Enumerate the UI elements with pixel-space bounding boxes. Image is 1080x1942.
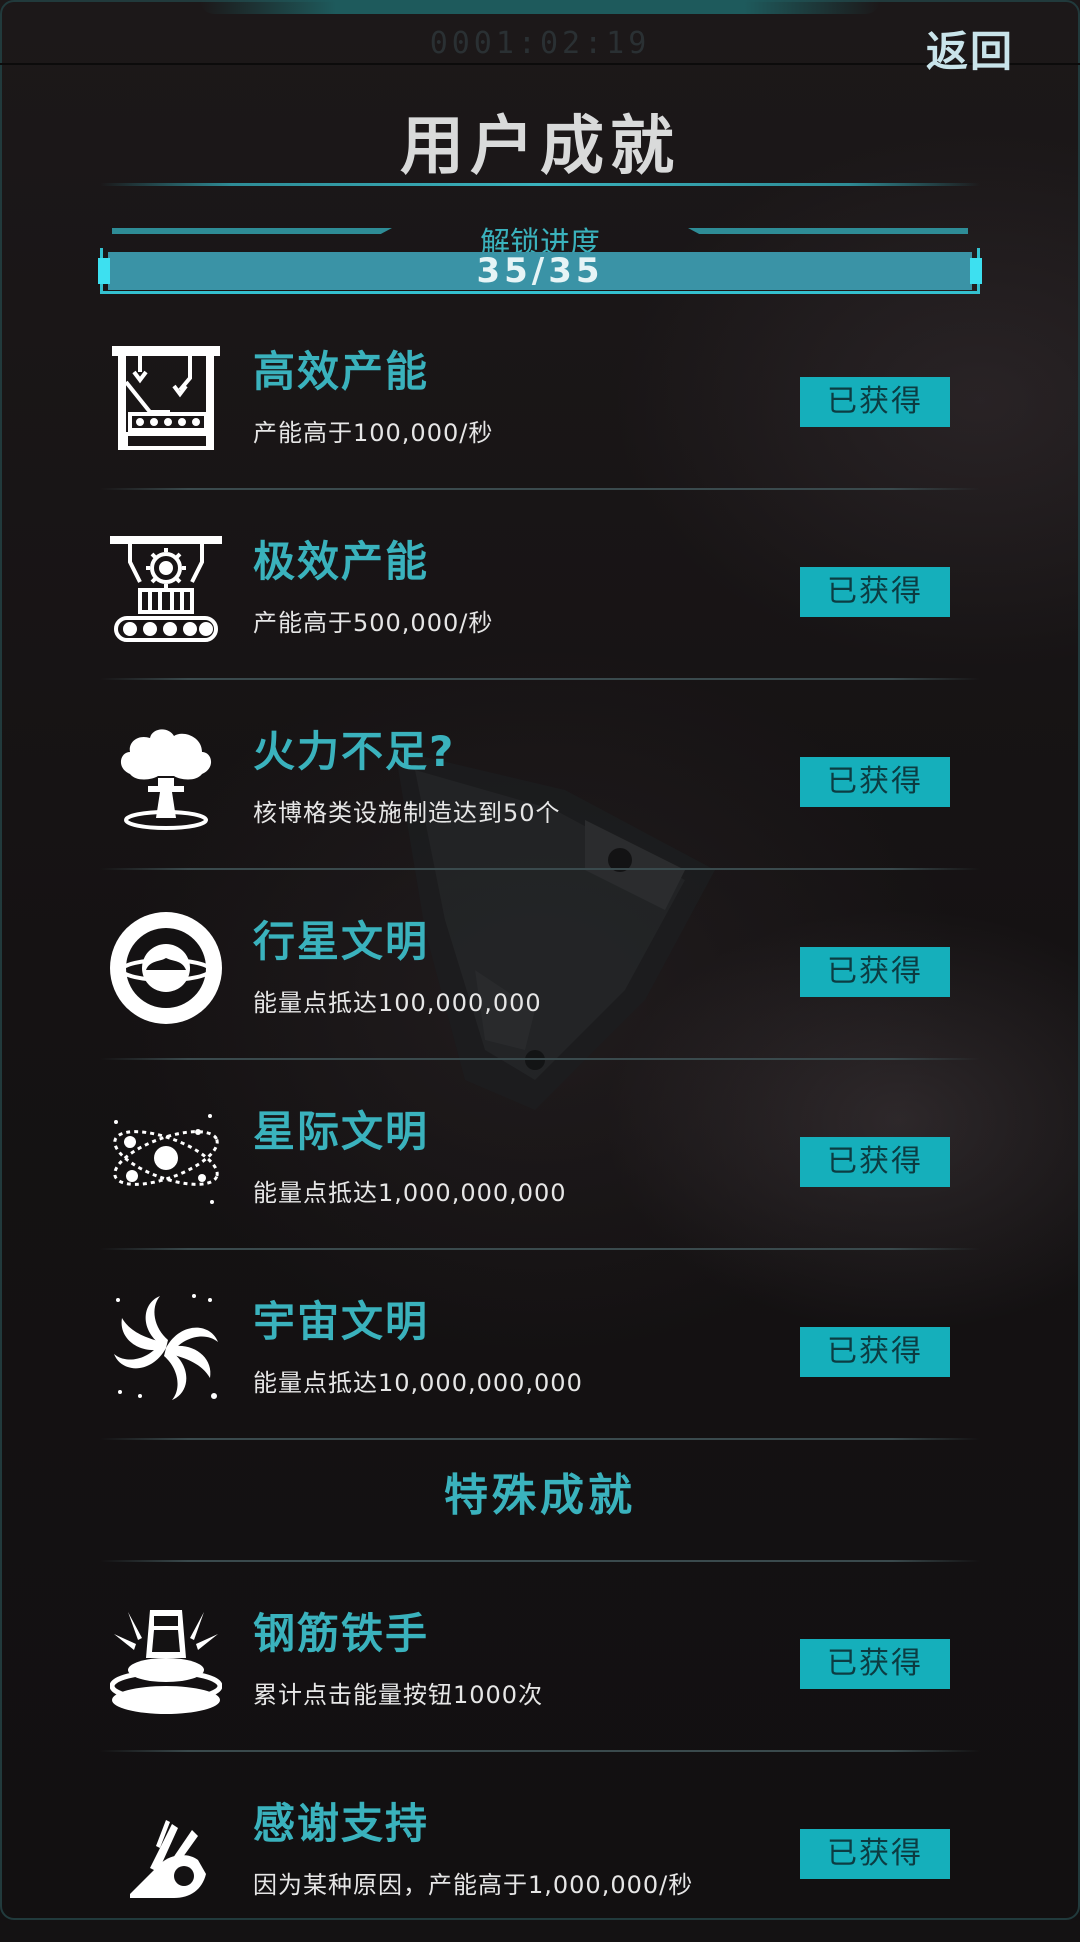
achievement-name: 极效产能 xyxy=(253,537,430,586)
achievement-item: 感谢支持 因为某种原因，产能高于1,000,000/秒 已获得 xyxy=(100,1752,980,1942)
galaxy-spiral-icon xyxy=(114,1294,218,1400)
back-button[interactable]: 返回 xyxy=(926,18,1014,79)
achievement-item: 宇宙文明 能量点抵达10,000,000,000 已获得 xyxy=(100,1250,980,1440)
achievement-item: 行星文明 能量点抵达100,000,000 已获得 xyxy=(100,870,980,1060)
obtained-badge: 已获得 xyxy=(800,1137,950,1187)
achievement-name: 火力不足? xyxy=(253,727,456,776)
achievement-name: 行星文明 xyxy=(253,917,430,966)
achievement-desc: 累计点击能量按钮1000次 xyxy=(253,1681,544,1709)
obtained-badge: 已获得 xyxy=(800,1639,950,1689)
obtained-badge: 已获得 xyxy=(800,757,950,807)
obtained-badge: 已获得 xyxy=(800,567,950,617)
achievement-desc: 能量点抵达100,000,000 xyxy=(253,989,542,1017)
special-section-title: 特殊成就 xyxy=(100,1440,980,1562)
hand-support-icon xyxy=(130,1820,206,1898)
header-divider xyxy=(0,63,1080,65)
achievement-name: 钢筋铁手 xyxy=(253,1609,430,1658)
solar-system-icon xyxy=(113,1114,219,1204)
assembly-line-gear-icon xyxy=(110,536,222,642)
achievement-desc: 能量点抵达10,000,000,000 xyxy=(253,1369,583,1397)
unlock-progress: 解锁进度 35/35 xyxy=(98,218,982,294)
achievement-item: 极效产能 产能高于500,000/秒 已获得 xyxy=(100,490,980,680)
page-title: 用户成就 xyxy=(400,110,680,184)
achievement-desc: 因为某种原因，产能高于1,000,000/秒 xyxy=(253,1871,694,1899)
achievement-list: 高效产能 产能高于100,000/秒 已获得 极效产能 产能高于500,000/… xyxy=(100,300,980,1942)
achievement-desc: 核博格类设施制造达到50个 xyxy=(253,799,561,827)
achievement-item: 高效产能 产能高于100,000/秒 已获得 xyxy=(100,300,980,490)
achievement-name: 感谢支持 xyxy=(253,1799,430,1848)
press-button-icon xyxy=(110,1610,222,1714)
obtained-badge: 已获得 xyxy=(800,1327,950,1377)
achievement-name: 宇宙文明 xyxy=(253,1297,430,1346)
achievement-name: 高效产能 xyxy=(253,347,430,396)
game-timer: 0001:02:19 xyxy=(429,26,651,61)
achievement-item: 钢筋铁手 累计点击能量按钮1000次 已获得 xyxy=(100,1562,980,1752)
title-divider xyxy=(100,183,980,186)
achievement-item: 星际文明 能量点抵达1,000,000,000 已获得 xyxy=(100,1060,980,1250)
achievement-item: 火力不足? 核博格类设施制造达到50个 已获得 xyxy=(100,680,980,870)
achievement-desc: 产能高于100,000/秒 xyxy=(253,419,494,447)
obtained-badge: 已获得 xyxy=(800,947,950,997)
mushroom-cloud-icon xyxy=(120,729,212,830)
obtained-badge: 已获得 xyxy=(800,1829,950,1879)
obtained-badge: 已获得 xyxy=(800,377,950,427)
achievement-name: 星际文明 xyxy=(253,1107,430,1156)
progress-count: 35/35 xyxy=(476,251,604,291)
achievement-desc: 能量点抵达1,000,000,000 xyxy=(253,1179,567,1207)
factory-robot-arm-icon xyxy=(112,346,220,450)
special-section-label: 特殊成就 xyxy=(444,1470,636,1521)
planet-icon xyxy=(110,912,222,1024)
top-glow xyxy=(200,0,880,14)
achievement-desc: 产能高于500,000/秒 xyxy=(253,609,494,637)
